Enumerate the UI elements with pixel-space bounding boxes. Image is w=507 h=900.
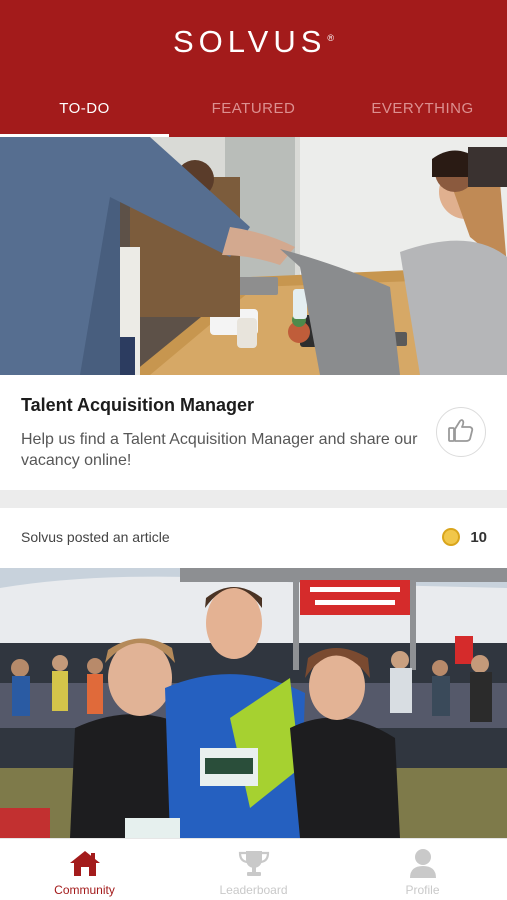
article-card[interactable]: Solvus posted an article 10 (0, 508, 507, 838)
trophy-icon (238, 848, 270, 878)
nav-community-label: Community (54, 883, 115, 897)
registered-mark: ® (327, 32, 335, 43)
feed-tabs: TO-DO FEATURED EVERYTHING (0, 90, 507, 137)
task-card[interactable]: Talent Acquisition Manager Help us find … (0, 137, 507, 490)
coin-icon (442, 527, 462, 547)
marathon-runners-photo (0, 568, 507, 838)
runners-photo-illustration (0, 568, 507, 838)
handshake-meeting-photo (0, 137, 507, 375)
nav-community[interactable]: Community (0, 839, 169, 900)
nav-leaderboard-label: Leaderboard (219, 883, 288, 897)
like-button[interactable] (436, 407, 486, 457)
app-header: SOLVUS® TO-DO FEATURED EVERYTHING (0, 0, 507, 137)
person-icon (407, 848, 439, 878)
thumbs-up-icon (448, 418, 474, 447)
logo-text: SOLVUS (172, 24, 327, 59)
points-badge: 10 (442, 527, 487, 547)
points-value: 10 (470, 528, 487, 546)
solvus-logo: SOLVUS® (0, 24, 507, 60)
article-posted-text: Solvus posted an article (21, 529, 170, 545)
handshake-photo-illustration (0, 137, 507, 375)
nav-profile-label: Profile (405, 883, 440, 897)
tab-everything[interactable]: EVERYTHING (338, 90, 507, 137)
nav-profile[interactable]: Profile (338, 839, 507, 900)
job-description: Help us find a Talent Acquisition Manage… (21, 431, 418, 469)
bottom-navigation: Community Leaderboard Profile (0, 838, 507, 900)
nav-leaderboard[interactable]: Leaderboard (169, 839, 338, 900)
home-icon (69, 848, 101, 878)
tab-featured[interactable]: FEATURED (169, 90, 338, 137)
job-title: Talent Acquisition Manager (21, 395, 255, 415)
tab-todo[interactable]: TO-DO (0, 90, 169, 137)
